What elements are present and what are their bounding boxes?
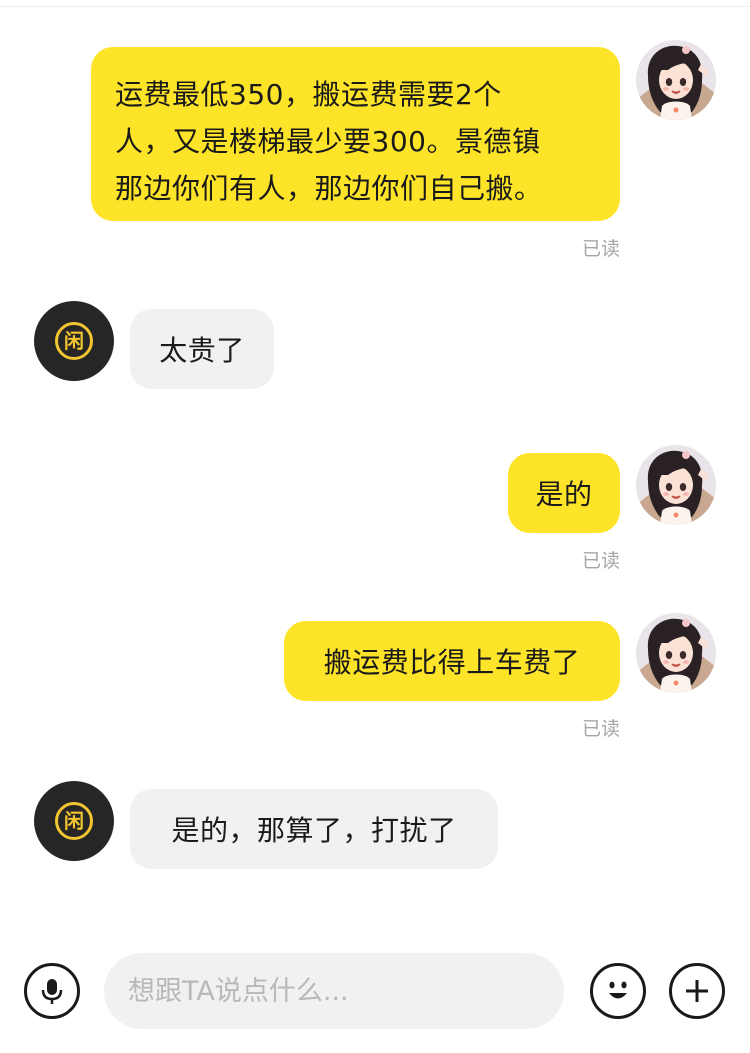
plus-icon[interactable] xyxy=(669,963,725,1019)
microphone-icon[interactable] xyxy=(24,963,80,1019)
message-text: 太贵了 xyxy=(159,334,245,367)
incoming-message-bubble[interactable]: 太贵了 xyxy=(130,309,274,389)
emoji-icon[interactable] xyxy=(590,963,646,1019)
outgoing-message-bubble[interactable]: 搬运费比得上车费了 xyxy=(284,621,620,701)
message-input[interactable] xyxy=(104,953,564,1029)
message-line: 人，又是楼梯最少要300。景德镇 xyxy=(115,125,541,158)
outgoing-message-bubble[interactable]: 是的 xyxy=(508,453,620,533)
xianyu-logo-icon: 闲 xyxy=(55,322,93,360)
anime-girl-avatar-icon xyxy=(636,445,716,525)
read-status: 已读 xyxy=(581,550,620,572)
anime-girl-avatar-icon xyxy=(636,40,716,120)
message-text: 搬运费比得上车费了 xyxy=(323,646,581,679)
user-avatar[interactable] xyxy=(636,40,716,120)
message-line: 运费最低350，搬运费需要2个 xyxy=(115,78,502,111)
shop-avatar[interactable]: 闲 xyxy=(34,301,114,381)
top-divider xyxy=(0,6,750,7)
message-text: 是的，那算了，打扰了 xyxy=(171,814,457,847)
xianyu-logo-icon: 闲 xyxy=(55,802,93,840)
chat-input-bar xyxy=(0,940,750,1053)
shop-avatar[interactable]: 闲 xyxy=(34,781,114,861)
microphone-icon xyxy=(41,979,63,1004)
message-line: 那边你们有人，那边你们自己搬。 xyxy=(115,172,543,205)
read-status: 已读 xyxy=(581,238,620,260)
message-text: 是的 xyxy=(535,478,593,511)
user-avatar[interactable] xyxy=(636,613,716,693)
plus-icon xyxy=(686,980,708,1002)
outgoing-message-bubble[interactable]: 运费最低350，搬运费需要2个 人，又是楼梯最少要300。景德镇 那边你们有人，… xyxy=(91,47,620,221)
incoming-message-bubble[interactable]: 是的，那算了，打扰了 xyxy=(130,789,498,869)
user-avatar[interactable] xyxy=(636,445,716,525)
read-status: 已读 xyxy=(581,718,620,740)
emoji-icon xyxy=(609,981,627,999)
anime-girl-avatar-icon xyxy=(636,613,716,693)
